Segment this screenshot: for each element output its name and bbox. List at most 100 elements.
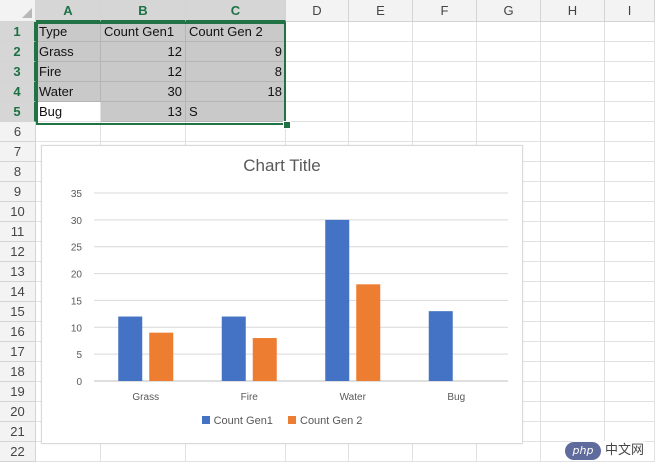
cell-f5[interactable] <box>413 102 477 122</box>
row-header-19[interactable]: 19 <box>0 382 36 402</box>
cell-c3[interactable]: 8 <box>186 62 286 82</box>
cell-i21[interactable] <box>605 422 655 442</box>
column-header-a[interactable]: A <box>36 0 101 22</box>
row-header-2[interactable]: 2 <box>0 42 36 62</box>
cell-c2[interactable]: 9 <box>186 42 286 62</box>
cell-e3[interactable] <box>349 62 413 82</box>
chart-legend[interactable]: Count Gen1 Count Gen 2 <box>42 415 522 427</box>
row-header-9[interactable]: 9 <box>0 182 36 202</box>
cell-h10[interactable] <box>541 202 605 222</box>
cell-a6[interactable] <box>36 122 101 142</box>
cell-i5[interactable] <box>605 102 655 122</box>
cell-h14[interactable] <box>541 282 605 302</box>
cell-g5[interactable] <box>477 102 541 122</box>
cell-i2[interactable] <box>605 42 655 62</box>
cell-h13[interactable] <box>541 262 605 282</box>
row-header-13[interactable]: 13 <box>0 262 36 282</box>
cell-a5[interactable]: Bug <box>36 102 101 122</box>
cell-e22[interactable] <box>349 442 413 462</box>
cell-g1[interactable] <box>477 22 541 42</box>
cell-c5[interactable]: S <box>186 102 286 122</box>
cell-h5[interactable] <box>541 102 605 122</box>
cell-a22[interactable] <box>36 442 101 462</box>
cell-i19[interactable] <box>605 382 655 402</box>
row-header-7[interactable]: 7 <box>0 142 36 162</box>
cell-h20[interactable] <box>541 402 605 422</box>
row-header-18[interactable]: 18 <box>0 362 36 382</box>
cell-h4[interactable] <box>541 82 605 102</box>
cell-h16[interactable] <box>541 322 605 342</box>
cell-h15[interactable] <box>541 302 605 322</box>
cell-h8[interactable] <box>541 162 605 182</box>
cell-h11[interactable] <box>541 222 605 242</box>
cell-i11[interactable] <box>605 222 655 242</box>
cell-d5[interactable] <box>286 102 349 122</box>
cell-g2[interactable] <box>477 42 541 62</box>
cell-i1[interactable] <box>605 22 655 42</box>
cell-i12[interactable] <box>605 242 655 262</box>
column-header-h[interactable]: H <box>541 0 605 22</box>
column-header-f[interactable]: F <box>413 0 477 22</box>
cell-d3[interactable] <box>286 62 349 82</box>
cell-f22[interactable] <box>413 442 477 462</box>
row-header-16[interactable]: 16 <box>0 322 36 342</box>
cell-e1[interactable] <box>349 22 413 42</box>
column-header-b[interactable]: B <box>101 0 186 22</box>
cell-h21[interactable] <box>541 422 605 442</box>
cell-h12[interactable] <box>541 242 605 262</box>
cell-f6[interactable] <box>413 122 477 142</box>
cell-c22[interactable] <box>186 442 286 462</box>
row-header-17[interactable]: 17 <box>0 342 36 362</box>
cell-h9[interactable] <box>541 182 605 202</box>
cell-h3[interactable] <box>541 62 605 82</box>
cell-b2[interactable]: 12 <box>101 42 186 62</box>
cell-b5[interactable]: 13 <box>101 102 186 122</box>
cell-g22[interactable] <box>477 442 541 462</box>
cell-f1[interactable] <box>413 22 477 42</box>
cell-e5[interactable] <box>349 102 413 122</box>
cell-f2[interactable] <box>413 42 477 62</box>
cell-h6[interactable] <box>541 122 605 142</box>
row-header-12[interactable]: 12 <box>0 242 36 262</box>
cell-d6[interactable] <box>286 122 349 142</box>
cell-b22[interactable] <box>101 442 186 462</box>
cell-f3[interactable] <box>413 62 477 82</box>
cell-a2[interactable]: Grass <box>36 42 101 62</box>
row-header-14[interactable]: 14 <box>0 282 36 302</box>
cell-d1[interactable] <box>286 22 349 42</box>
column-header-e[interactable]: E <box>349 0 413 22</box>
cell-i8[interactable] <box>605 162 655 182</box>
cell-g6[interactable] <box>477 122 541 142</box>
cell-d22[interactable] <box>286 442 349 462</box>
chart-object[interactable]: Chart Title 0 5 10 15 20 25 30 35 Grass Fire Water… <box>41 145 523 444</box>
cell-i10[interactable] <box>605 202 655 222</box>
cell-d4[interactable] <box>286 82 349 102</box>
cell-h2[interactable] <box>541 42 605 62</box>
cell-e6[interactable] <box>349 122 413 142</box>
cell-i14[interactable] <box>605 282 655 302</box>
cell-a3[interactable]: Fire <box>36 62 101 82</box>
column-header-i[interactable]: I <box>605 0 655 22</box>
cell-c4[interactable]: 18 <box>186 82 286 102</box>
select-all-corner[interactable] <box>0 0 36 22</box>
cell-b4[interactable]: 30 <box>101 82 186 102</box>
cell-b6[interactable] <box>101 122 186 142</box>
row-header-20[interactable]: 20 <box>0 402 36 422</box>
cell-g3[interactable] <box>477 62 541 82</box>
cell-a1[interactable]: Type <box>36 22 101 42</box>
row-header-6[interactable]: 6 <box>0 122 36 142</box>
cell-i15[interactable] <box>605 302 655 322</box>
row-header-4[interactable]: 4 <box>0 82 36 102</box>
cell-e2[interactable] <box>349 42 413 62</box>
cell-i20[interactable] <box>605 402 655 422</box>
cell-g4[interactable] <box>477 82 541 102</box>
row-header-8[interactable]: 8 <box>0 162 36 182</box>
fill-handle[interactable] <box>283 121 291 129</box>
cell-b3[interactable]: 12 <box>101 62 186 82</box>
cell-i7[interactable] <box>605 142 655 162</box>
cell-i3[interactable] <box>605 62 655 82</box>
cell-i9[interactable] <box>605 182 655 202</box>
row-header-10[interactable]: 10 <box>0 202 36 222</box>
column-header-g[interactable]: G <box>477 0 541 22</box>
cell-b1[interactable]: Count Gen1 <box>101 22 186 42</box>
